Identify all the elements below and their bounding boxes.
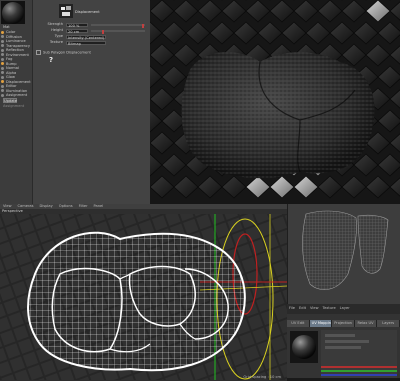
property-field[interactable]: Intensity (Centered): [66, 34, 106, 39]
uv-toolbar-item[interactable]: Texture: [321, 304, 338, 313]
channel-label: Fog: [6, 57, 13, 61]
property-label: Height: [51, 28, 63, 32]
uv-preview[interactable]: [290, 331, 318, 363]
sub-polygon-label: Sub Polygon Displacement: [43, 50, 91, 55]
uv-tab[interactable]: Relax UV: [354, 320, 378, 327]
sub-polygon-checkbox[interactable]: Sub Polygon Displacement: [36, 50, 91, 56]
slider-handle[interactable]: [142, 23, 144, 28]
setting-row[interactable]: [325, 334, 355, 337]
channel-toggle-icon[interactable]: [1, 84, 4, 88]
render-view[interactable]: [150, 0, 400, 204]
channel-label: Assignment: [6, 93, 28, 97]
channel-toggle-icon[interactable]: [1, 93, 4, 97]
channel-label: Illumination: [6, 88, 28, 93]
material-editor: Mat Color Diffusion Luminance Transparency R…: [0, 0, 150, 204]
uv-mesh-view: [288, 204, 400, 304]
slider-handle[interactable]: [102, 29, 104, 34]
perspective-viewport[interactable]: View Cameras Display Options Filter Panel Per…: [0, 204, 287, 381]
channel-toggle-icon[interactable]: [1, 62, 4, 65]
texture-thumbnail[interactable]: [59, 4, 73, 18]
uv-panel: File Edit View Texture Layer UV Edit UV Mappi…: [287, 304, 400, 381]
color-strip-red: [321, 366, 397, 368]
setting-row[interactable]: [325, 346, 361, 349]
channel-label: Editor: [6, 84, 17, 88]
channel-toggle-icon[interactable]: [1, 53, 4, 56]
channel-label: Reflection: [6, 48, 24, 52]
property-field[interactable]: 100 %: [66, 22, 88, 27]
channel-toggle-icon[interactable]: [1, 80, 4, 83]
wireframe-rock: [27, 231, 246, 372]
channel-list: Color Diffusion Luminance Transparency Refle…: [1, 30, 31, 98]
channel-label: Luminance: [6, 39, 26, 43]
section-title: Displacement: [75, 10, 100, 14]
render-image: [150, 0, 400, 204]
channel-toggle-icon[interactable]: [1, 57, 4, 61]
channel-label: Glow: [6, 75, 15, 79]
wireframe-scene: [0, 214, 287, 380]
property-field[interactable]: Bitmap: [66, 40, 106, 45]
uv-toolbar-item[interactable]: Edit: [297, 304, 308, 313]
property-slider[interactable]: [91, 23, 145, 28]
uv-tab[interactable]: UV Edit: [287, 320, 310, 327]
property-label: Strength: [47, 22, 63, 26]
update-button[interactable]: Update: [3, 98, 17, 103]
uv-sphere-preview-icon: [292, 335, 316, 359]
viewport-menu-item[interactable]: Filter: [76, 204, 91, 209]
color-strip-green: [321, 370, 397, 372]
channel-toggle-icon[interactable]: [1, 48, 4, 52]
channel-item[interactable]: Assignment: [1, 93, 29, 98]
property-slider[interactable]: [91, 29, 145, 34]
uv-toolbar-item[interactable]: Layer: [338, 304, 352, 313]
uv-tab[interactable]: Projection: [332, 320, 355, 327]
property-label: Texture: [49, 40, 63, 44]
channel-label: Transparency: [6, 43, 30, 48]
channel-label: Diffusion: [6, 34, 22, 39]
viewport-menu-item[interactable]: Panel: [91, 204, 107, 209]
channel-label: Normal: [6, 66, 20, 70]
rock-object: [181, 52, 375, 179]
channel-toggle-icon[interactable]: [1, 71, 4, 74]
channel-toggle-icon[interactable]: [1, 30, 4, 34]
uv-tab[interactable]: Layers: [377, 320, 400, 327]
viewport-menu-bar: View Cameras Display Options Filter Panel: [0, 204, 287, 209]
color-strip-blue: [321, 374, 397, 376]
viewport-menu-item[interactable]: Options: [56, 204, 76, 209]
setting-row[interactable]: [325, 340, 369, 343]
viewport-menu-item[interactable]: Display: [37, 204, 56, 209]
channel-label: Color: [6, 30, 16, 34]
channel-toggle-icon[interactable]: [1, 75, 4, 79]
props-rows: Strength 100 % Height 20 cm Type Intensity (C…: [35, 22, 147, 46]
uv-toolbar-item[interactable]: File: [287, 304, 297, 313]
channel-toggle-icon[interactable]: [1, 35, 4, 38]
uv-toolbar-item[interactable]: View: [308, 304, 321, 313]
help-icon[interactable]: ?: [49, 57, 53, 64]
channel-toggle-icon[interactable]: [1, 39, 4, 43]
channel-label: Alpha: [6, 70, 17, 75]
channel-toggle-icon[interactable]: [1, 44, 4, 47]
uv-toolbar: File Edit View Texture Layer: [287, 304, 400, 314]
channel-toggle-icon[interactable]: [1, 89, 4, 92]
grid-spacing-status: Grid Spacing : 10 cm: [243, 375, 281, 379]
property-row: Texture Bitmap: [35, 40, 147, 46]
properties-area: Displacement Strength 100 % Height 20 cm Typ…: [32, 0, 150, 204]
channel-label: Displacement: [6, 79, 31, 84]
assignment-label: Assignment: [3, 104, 25, 108]
uv-tabs: UV Edit UV Mapping Projection Relax UV Layer…: [287, 320, 400, 327]
channel-label: Environment: [6, 52, 29, 57]
channel-label: Bump: [6, 61, 17, 66]
property-field[interactable]: 20 cm: [66, 28, 88, 33]
uv-editor[interactable]: [287, 204, 400, 304]
material-preview[interactable]: [1, 1, 25, 24]
property-label: Type: [54, 34, 63, 38]
channel-toggle-icon[interactable]: [1, 66, 4, 70]
texture-preview-icon: [59, 4, 73, 18]
uv-tab[interactable]: UV Mapping: [309, 320, 333, 327]
material-sphere-icon: [2, 2, 24, 24]
checkbox-icon: [36, 50, 41, 55]
